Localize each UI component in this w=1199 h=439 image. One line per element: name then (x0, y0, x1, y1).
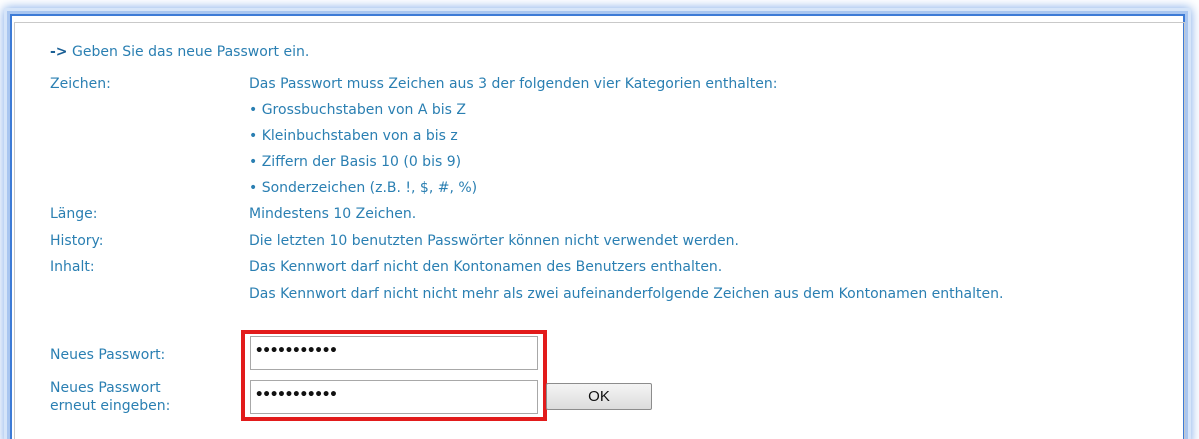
rule-label-inhalt: Inhalt: (50, 259, 95, 275)
rule-bullet: • Grossbuchstaben von A bis Z (249, 102, 466, 118)
intro-text: Geben Sie das neue Passwort ein. (72, 44, 310, 60)
rule-label-history: History: (50, 233, 104, 249)
rule-bullet: • Sonderzeichen (z.B. !, $, #, %) (249, 180, 478, 196)
intro-line: -> Geben Sie das neue Passwort ein. (50, 43, 309, 61)
arrow-icon: -> (50, 44, 68, 60)
rule-text: Das Kennwort darf nicht den Kontonamen d… (249, 259, 723, 275)
confirm-password-label-line2: erneut eingeben: (50, 398, 171, 414)
rule-bullet: • Kleinbuchstaben von a bis z (249, 128, 458, 144)
rule-label-laenge: Länge: (50, 206, 98, 222)
rule-text: Mindestens 10 Zeichen. (249, 206, 417, 222)
confirm-password-label-line1: Neues Passwort (50, 380, 161, 396)
rule-text: Die letzten 10 benutzten Passwörter könn… (249, 233, 739, 249)
input-highlight-box (241, 330, 547, 421)
rule-text: Das Kennwort darf nicht nicht mehr als z… (249, 286, 1004, 302)
rule-label-zeichen: Zeichen: (50, 76, 111, 92)
new-password-label: Neues Passwort: (50, 347, 166, 363)
rule-text: Das Passwort muss Zeichen aus 3 der folg… (249, 76, 778, 92)
rule-bullet: • Ziffern der Basis 10 (0 bis 9) (249, 154, 462, 170)
ok-button[interactable]: OK (546, 383, 652, 410)
